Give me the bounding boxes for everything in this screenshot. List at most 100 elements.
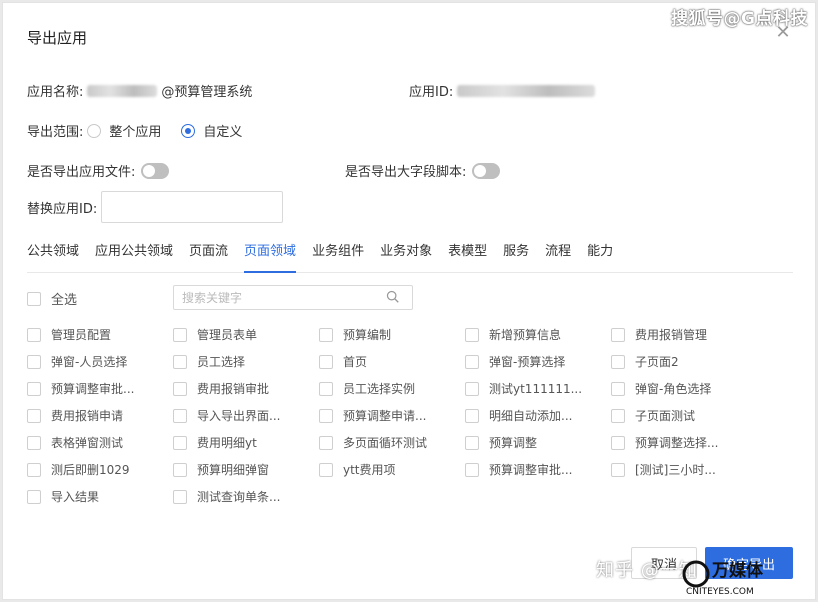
export-big-field-row: 是否导出大字段脚本: <box>345 161 501 180</box>
page-item-checkbox[interactable] <box>27 435 41 450</box>
page-item[interactable]: 预算调整 <box>465 429 611 456</box>
radio-whole-app[interactable] <box>87 123 102 138</box>
page-item[interactable]: 预算编制 <box>319 321 465 348</box>
page-item-checkbox[interactable] <box>611 462 625 477</box>
export-app-file-toggle[interactable] <box>141 162 170 179</box>
page-item-checkbox[interactable] <box>465 381 479 396</box>
page-item[interactable]: 多页面循环测试 <box>319 429 465 456</box>
page-item[interactable]: 弹窗-人员选择 <box>27 348 173 375</box>
page-item-checkbox[interactable] <box>465 327 479 342</box>
page-item-checkbox[interactable] <box>611 408 625 423</box>
page-item[interactable]: 明细自动添加... <box>465 402 611 429</box>
page-item-checkbox[interactable] <box>173 408 187 423</box>
page-item-checkbox[interactable] <box>27 327 41 342</box>
page-item-checkbox[interactable] <box>319 408 333 423</box>
radio-custom-label[interactable]: 自定义 <box>203 121 242 140</box>
page-item-checkbox[interactable] <box>27 381 41 396</box>
page-item-checkbox[interactable] <box>27 462 41 477</box>
page-item[interactable]: 费用报销管理 <box>611 321 757 348</box>
page-item[interactable]: 导入结果 <box>27 483 173 510</box>
page-item-checkbox[interactable] <box>319 327 333 342</box>
page-item[interactable]: 新增预算信息 <box>465 321 611 348</box>
tab-business-component[interactable]: 业务组件 <box>312 241 364 273</box>
replace-app-id-input[interactable] <box>101 191 284 223</box>
page-item-checkbox[interactable] <box>27 408 41 423</box>
select-all[interactable]: 全选 <box>27 289 77 308</box>
tab-service[interactable]: 服务 <box>503 241 529 273</box>
page-item-label: 表格弹窗测试 <box>51 436 124 450</box>
page-item-checkbox[interactable] <box>173 354 187 369</box>
radio-whole-app-label[interactable]: 整个应用 <box>109 121 161 140</box>
export-scope-row: 导出范围: 整个应用 自定义 <box>27 121 242 140</box>
page-item-checkbox[interactable] <box>611 354 625 369</box>
page-item[interactable]: 预算明细弹窗 <box>173 456 319 483</box>
tab-process[interactable]: 流程 <box>545 241 571 273</box>
page-item-checkbox[interactable] <box>319 354 333 369</box>
search-placeholder: 搜索关键字 <box>182 291 243 305</box>
page-item-label: 预算调整审批... <box>51 382 135 396</box>
page-item[interactable]: 弹窗-预算选择 <box>465 348 611 375</box>
page-item[interactable]: 预算调整申请... <box>319 402 465 429</box>
page-item[interactable]: 费用明细yt <box>173 429 319 456</box>
page-item[interactable]: 弹窗-角色选择 <box>611 375 757 402</box>
tab-table-model[interactable]: 表模型 <box>448 241 487 273</box>
page-item-checkbox[interactable] <box>611 435 625 450</box>
page-item-label: 员工选择 <box>197 355 246 369</box>
export-big-field-toggle[interactable] <box>472 162 501 179</box>
page-item-checkbox[interactable] <box>27 354 41 369</box>
page-item-label: 预算明细弹窗 <box>197 463 270 477</box>
page-item[interactable]: 预算调整选择... <box>611 429 757 456</box>
page-item-checkbox[interactable] <box>319 462 333 477</box>
page-item-checkbox[interactable] <box>173 435 187 450</box>
tab-page-flow[interactable]: 页面流 <box>189 241 228 273</box>
page-item[interactable]: 测试yt111111... <box>465 375 611 402</box>
search-icon[interactable] <box>386 290 400 304</box>
app-name-label: 应用名称: <box>27 85 84 100</box>
tab-business-object[interactable]: 业务对象 <box>380 241 432 273</box>
page-item-checkbox[interactable] <box>465 354 479 369</box>
page-item-checkbox[interactable] <box>319 381 333 396</box>
page-item[interactable]: 费用报销申请 <box>27 402 173 429</box>
tab-app-public-domain[interactable]: 应用公共领域 <box>95 241 173 273</box>
page-item-label: 导入导出界面... <box>197 409 281 423</box>
page-item[interactable]: ytt费用项 <box>319 456 465 483</box>
page-item[interactable]: 子页面2 <box>611 348 757 375</box>
page-item-checkbox[interactable] <box>173 327 187 342</box>
page-item[interactable]: 费用报销审批 <box>173 375 319 402</box>
page-item-label: 导入结果 <box>51 490 100 504</box>
page-item-checkbox[interactable] <box>173 462 187 477</box>
page-item-checkbox[interactable] <box>465 408 479 423</box>
page-item-checkbox[interactable] <box>319 435 333 450</box>
select-all-checkbox[interactable] <box>27 291 41 306</box>
page-item-checkbox[interactable] <box>465 435 479 450</box>
page-item[interactable]: 表格弹窗测试 <box>27 429 173 456</box>
page-item-checkbox[interactable] <box>465 462 479 477</box>
page-item-checkbox[interactable] <box>27 489 41 504</box>
page-item[interactable]: 测后即删1029 <box>27 456 173 483</box>
page-item[interactable]: 预算调整审批... <box>27 375 173 402</box>
page-item-checkbox[interactable] <box>173 381 187 396</box>
app-name-row: 应用名称: @预算管理系统 <box>27 81 252 100</box>
tab-public-domain[interactable]: 公共领域 <box>27 241 79 273</box>
page-item[interactable]: 员工选择实例 <box>319 375 465 402</box>
tab-page-domain[interactable]: 页面领域 <box>244 241 297 273</box>
search-input[interactable]: 搜索关键字 <box>173 285 413 310</box>
app-id-label: 应用ID: <box>409 85 454 100</box>
page-item-checkbox[interactable] <box>611 381 625 396</box>
page-item-label: 预算调整审批... <box>489 463 573 477</box>
page-item[interactable]: [测试]三小时... <box>611 456 757 483</box>
page-item[interactable]: 管理员表单 <box>173 321 319 348</box>
tab-capability[interactable]: 能力 <box>587 241 613 273</box>
page-item-checkbox[interactable] <box>611 327 625 342</box>
page-item[interactable]: 员工选择 <box>173 348 319 375</box>
page-item[interactable]: 导入导出界面... <box>173 402 319 429</box>
page-item[interactable]: 预算调整审批... <box>465 456 611 483</box>
radio-custom[interactable] <box>181 123 196 138</box>
page-item[interactable]: 测试查询单条... <box>173 483 319 510</box>
page-item-checkbox[interactable] <box>173 489 187 504</box>
page-item[interactable]: 首页 <box>319 348 465 375</box>
page-item[interactable]: 子页面测试 <box>611 402 757 429</box>
empty-cell <box>611 483 757 510</box>
export-app-dialog: 导出应用 ✕ 应用名称: @预算管理系统 应用ID: 导出范围: 整个应用 自定… <box>2 2 816 600</box>
page-item[interactable]: 管理员配置 <box>27 321 173 348</box>
